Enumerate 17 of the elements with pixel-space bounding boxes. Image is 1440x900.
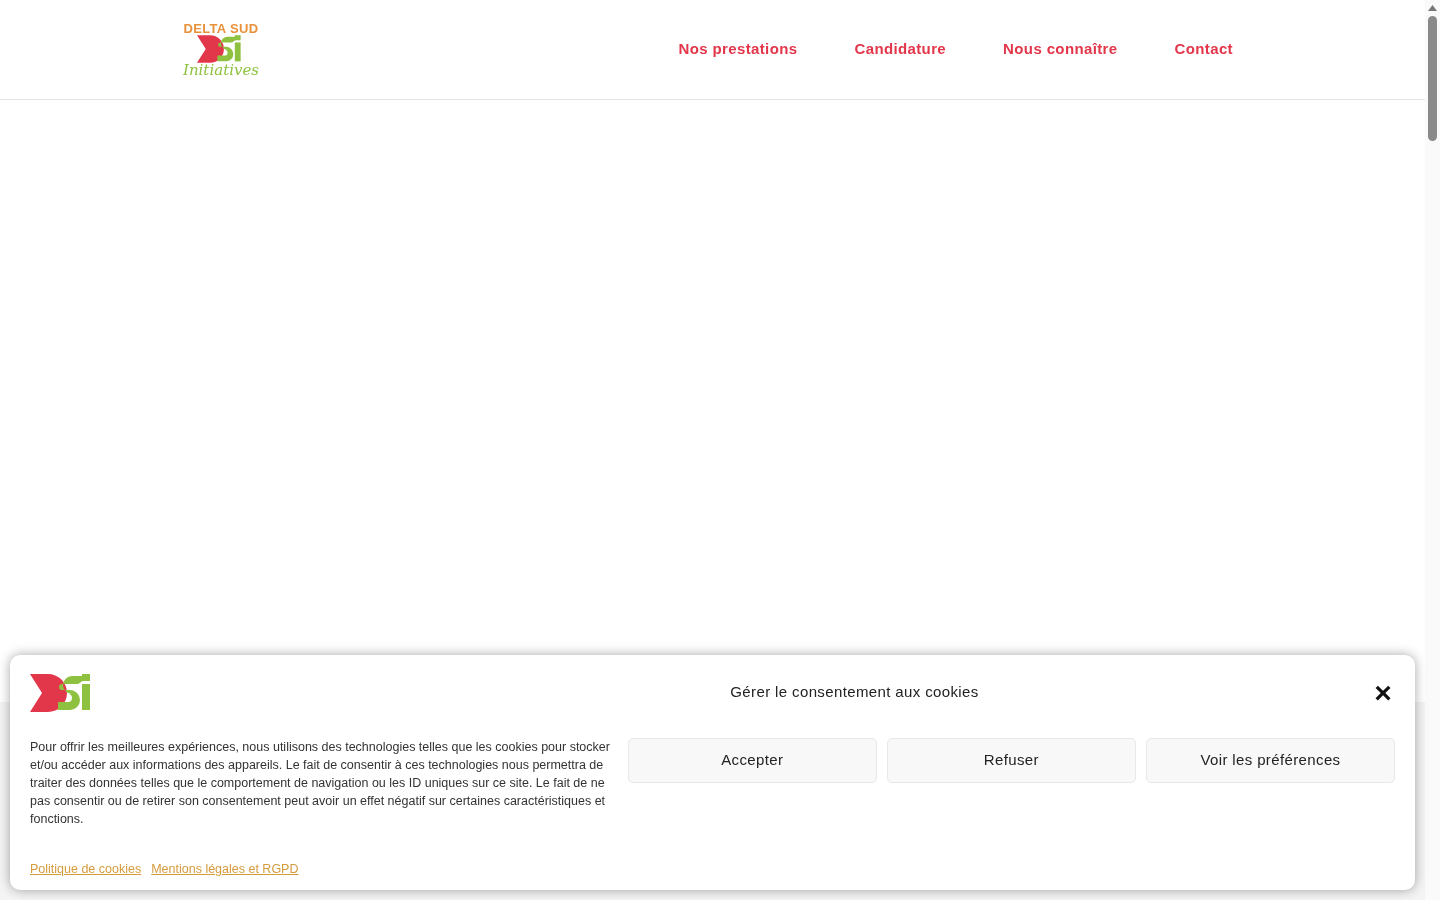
close-button[interactable]: ×	[1373, 677, 1393, 708]
consent-button[interactable]: Accepter	[627, 738, 877, 783]
consent-button[interactable]: Refuser	[886, 738, 1136, 783]
nav-link[interactable]: Contact	[1174, 38, 1233, 61]
consent-button[interactable]: Voir les préférences	[1145, 738, 1395, 783]
scrollbar[interactable]	[1425, 0, 1440, 900]
logo-script-text: Initiatives	[183, 62, 259, 78]
nav-link[interactable]: Nos prestations	[678, 38, 798, 61]
scroll-thumb[interactable]	[1428, 16, 1437, 141]
nav-link[interactable]: Candidature	[854, 38, 947, 61]
banner-title: Gérer le consentement aux cookies	[730, 682, 979, 703]
policy-link[interactable]: Mentions légales et RGPD	[151, 860, 299, 879]
nav-link[interactable]: Nous connaître	[1003, 38, 1118, 61]
logo-text: DELTA SUD	[183, 21, 259, 35]
policy-link[interactable]: Politique de cookies	[30, 860, 142, 879]
scroll-up-icon[interactable]	[1428, 5, 1437, 11]
consent-message: Pour offrir les meilleures expériences, nous utilisons des technologies telles que les cookies pour stocker et/ou accéder aux informations des appareils. Le fait de consentir à ces technologies nous permettra de traiter des données telles que le comportement de navigation ou les ID uniques sur ce site. Le fait de ne pas consentir ou de retirer son consentement peut avoir un effet négatif sur certaines caractéristiques et fonctions.	[30, 739, 611, 828]
